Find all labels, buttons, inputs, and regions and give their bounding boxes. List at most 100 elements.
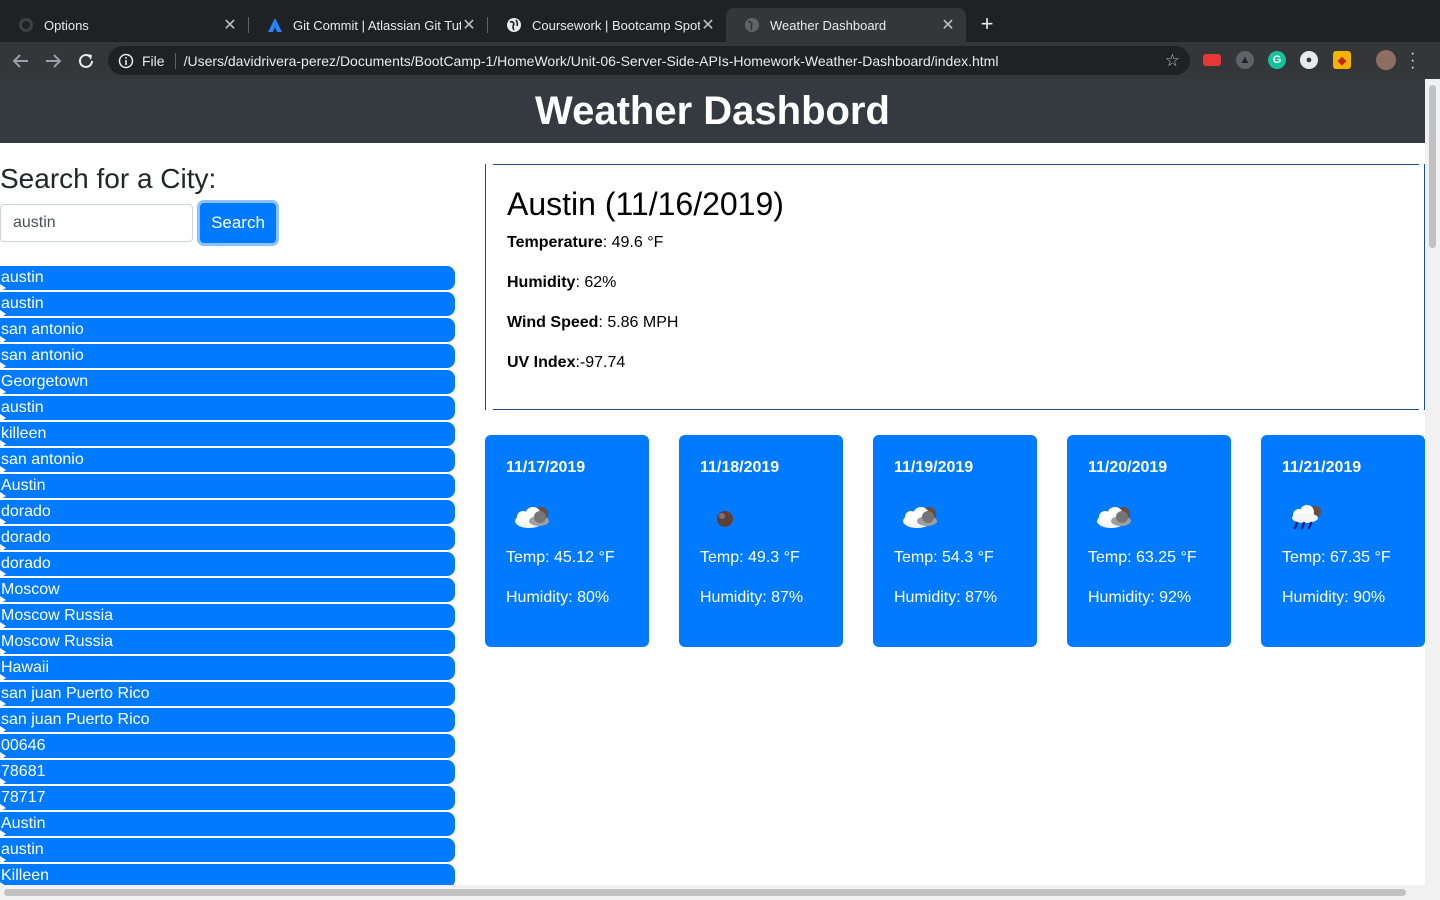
uv-value: :-97.74 (575, 354, 626, 371)
history-item[interactable]: Hawaii (0, 656, 455, 682)
dark-sun-icon (703, 503, 749, 536)
forecast-temp: Temp: 63.25 °F (1088, 549, 1197, 566)
tab-close-icon[interactable]: ✕ (700, 15, 716, 35)
scheme-label: File (142, 52, 165, 69)
history-item[interactable]: austin (0, 266, 455, 292)
tab-weather-dashboard[interactable]: Weather Dashboard ✕ (726, 8, 966, 42)
history-item[interactable]: Austin (0, 474, 455, 500)
tab-close-icon[interactable]: ✕ (940, 15, 956, 35)
city-search-input[interactable] (0, 204, 193, 242)
profile-avatar[interactable] (1376, 50, 1396, 70)
wind-line: Wind Speed: 5.86 MPH (507, 314, 678, 332)
info-icon[interactable] (118, 53, 134, 69)
forward-button[interactable] (42, 50, 64, 72)
forecast-temp: Temp: 45.12 °F (506, 549, 615, 566)
history-item[interactable]: san antonio (0, 318, 455, 344)
forecast-humidity: Humidity: 87% (700, 589, 804, 606)
bookmark-star-icon[interactable]: ☆ (1165, 51, 1180, 71)
address-bar[interactable]: File /Users/davidrivera-perez/Documents/… (108, 46, 1190, 75)
history-item[interactable]: dorado (0, 526, 455, 552)
tab-title: Git Commit | Atlassian Git Tutoria (293, 17, 461, 33)
cloud-sun-icon (897, 503, 943, 536)
extension-icon[interactable]: ● (1300, 51, 1318, 69)
history-item[interactable]: Moscow Russia (0, 630, 455, 656)
drive-extension-icon[interactable]: ▲ (1236, 51, 1254, 69)
history-item[interactable]: Georgetown (0, 370, 455, 396)
globe-icon (506, 17, 522, 33)
horizontal-scrollbar[interactable] (0, 885, 1440, 900)
tab-title: Options (44, 17, 89, 33)
current-weather-panel: Austin (11/16/2019) Temperature: 49.6 °F… (485, 164, 1425, 410)
arrow-right-icon (46, 54, 62, 68)
search-heading: Search for a City: (0, 163, 217, 194)
page-viewport: Weather Dashbord Search for a City: Sear… (0, 79, 1425, 885)
forecast-card: 11/18/2019 Temp: 49.3 °F Humidity: 87% (679, 435, 843, 647)
history-item[interactable]: dorado (0, 552, 455, 578)
tab-title: Weather Dashboard (770, 17, 887, 33)
humidity-label: Humidity (507, 274, 576, 291)
history-item[interactable]: Moscow Russia (0, 604, 455, 630)
url-text[interactable]: /Users/davidrivera-perez/Documents/BootC… (184, 53, 999, 69)
history-item[interactable]: killeen (0, 422, 455, 448)
tab-git-commit[interactable]: Git Commit | Atlassian Git Tutoria ✕ (249, 8, 487, 42)
github-icon (18, 17, 34, 33)
wind-label: Wind Speed (507, 314, 599, 331)
temperature-label: Temperature (507, 234, 603, 251)
forecast-card: 11/21/2019 Temp: 67.35 °F Humidity: 90% (1261, 435, 1425, 647)
scrollbar-thumb[interactable] (4, 889, 1406, 896)
history-item[interactable]: austin (0, 396, 455, 422)
divider (493, 164, 1419, 165)
tab-coursework[interactable]: Coursework | Bootcamp Spot ✕ (488, 8, 726, 42)
reload-button[interactable] (75, 50, 97, 72)
history-item[interactable]: Austin (0, 812, 455, 838)
cloud-sun-icon (1091, 503, 1137, 536)
history-item[interactable]: Killeen (0, 864, 455, 885)
vertical-scrollbar[interactable] (1425, 79, 1440, 885)
globe-icon (744, 17, 760, 33)
history-item[interactable]: dorado (0, 500, 455, 526)
forecast-date: 11/19/2019 (894, 459, 974, 476)
forecast-card: 11/17/2019 Temp: 45.12 °F Humidity: 80% (485, 435, 649, 647)
wind-value: : 5.86 MPH (598, 314, 679, 331)
extension-icon[interactable] (1203, 54, 1221, 66)
arrow-left-icon (12, 54, 28, 68)
tab-close-icon[interactable]: ✕ (461, 15, 477, 35)
history-item[interactable]: Moscow (0, 578, 455, 604)
forecast-card: 11/19/2019 Temp: 54.3 °F Humidity: 87% (873, 435, 1037, 647)
tab-options[interactable]: Options ✕ (0, 8, 248, 42)
tab-close-icon[interactable]: ✕ (222, 15, 238, 35)
scrollbar-thumb[interactable] (1429, 85, 1436, 248)
extension-icon[interactable]: ◆ (1333, 51, 1351, 69)
forecast-humidity: Humidity: 80% (506, 589, 610, 606)
back-button[interactable] (10, 50, 32, 72)
search-button[interactable]: Search (200, 203, 276, 243)
new-tab-button[interactable]: + (976, 12, 998, 38)
history-item[interactable]: 78717 (0, 786, 455, 812)
temperature-value: : 49.6 °F (602, 234, 664, 251)
cloud-sun-icon (509, 503, 555, 536)
atlassian-icon (267, 17, 283, 33)
humidity-line: Humidity: 62% (507, 274, 616, 292)
history-item[interactable]: 78681 (0, 760, 455, 786)
forecast-humidity: Humidity: 87% (894, 589, 998, 606)
uv-line: UV Index:-97.74 (507, 354, 625, 372)
history-item[interactable]: austin (0, 838, 455, 864)
grammarly-icon[interactable]: G (1268, 51, 1286, 69)
forecast-date: 11/21/2019 (1282, 459, 1362, 476)
tab-strip: Options ✕ Git Commit | Atlassian Git Tut… (0, 0, 1440, 42)
forecast-temp: Temp: 54.3 °F (894, 549, 994, 566)
tab-title: Coursework | Bootcamp Spot (532, 17, 700, 33)
history-item[interactable]: 00646 (0, 734, 455, 760)
history-item[interactable]: san juan Puerto Rico (0, 708, 455, 734)
history-item[interactable]: san antonio (0, 448, 455, 474)
humidity-value: : 62% (575, 274, 617, 291)
reload-icon (79, 53, 93, 68)
forecast-temp: Temp: 67.35 °F (1282, 549, 1391, 566)
uv-label: UV Index (507, 354, 576, 371)
history-item[interactable]: san antonio (0, 344, 455, 370)
history-item[interactable]: san juan Puerto Rico (0, 682, 455, 708)
rain-icon (1285, 503, 1331, 536)
menu-dots-icon[interactable]: · · · (1410, 46, 1415, 76)
search-history-list: austin austin san antonio san antonio George… (0, 266, 455, 885)
history-item[interactable]: austin (0, 292, 455, 318)
